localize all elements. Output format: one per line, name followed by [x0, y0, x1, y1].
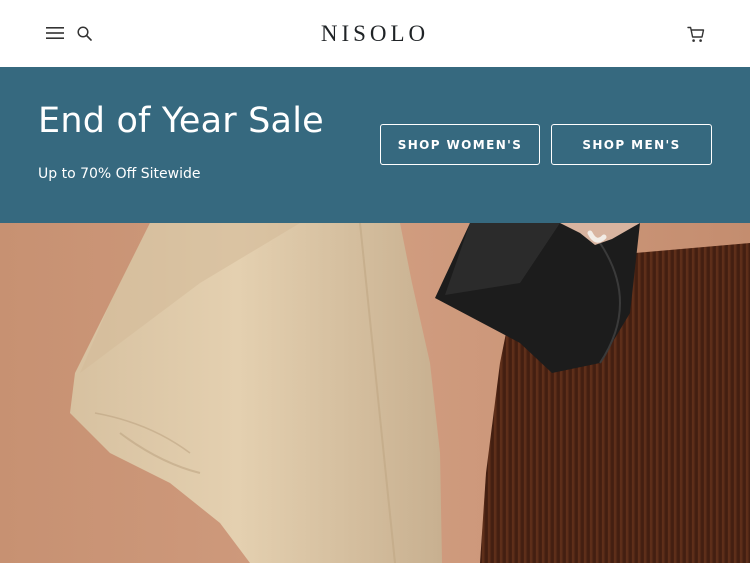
banner-title: End of Year Sale	[38, 101, 324, 141]
shopping-cart-icon[interactable]	[684, 22, 708, 46]
sale-banner: End of Year Sale Up to 70% Off Sitewide …	[0, 67, 750, 223]
banner-subtitle: Up to 70% Off Sitewide	[38, 166, 201, 182]
shop-mens-button[interactable]: SHOP MEN'S	[551, 124, 712, 165]
shop-womens-button[interactable]: SHOP WOMEN'S	[380, 124, 540, 165]
hero-photo-illustration	[0, 223, 750, 563]
site-header: NISOLO	[0, 0, 750, 67]
hero-image	[0, 223, 750, 563]
brand-logo[interactable]: NISOLO	[0, 20, 750, 48]
